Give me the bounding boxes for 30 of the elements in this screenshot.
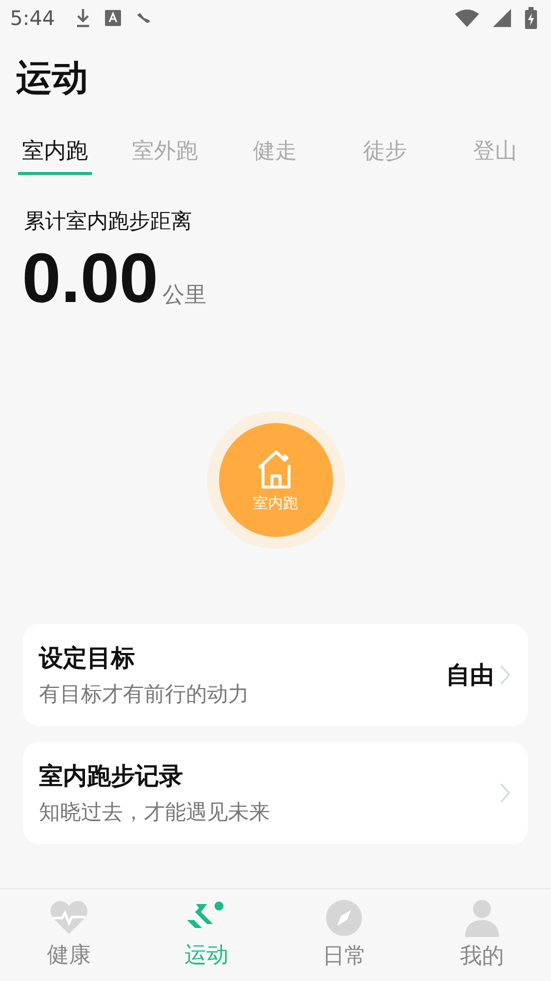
wifi-icon (455, 9, 479, 27)
chevron-icon (500, 783, 510, 803)
distance-label: 累计室内跑步距离 (24, 208, 193, 235)
status-time: 5:44 (10, 6, 55, 30)
compass-icon (325, 899, 364, 937)
font-icon (104, 10, 121, 26)
nav-tab[interactable]: 日常 (276, 889, 414, 981)
signal-icon (493, 9, 511, 27)
card-title: 室内跑步记录 (39, 761, 184, 792)
sport-tab[interactable]: 健走 (220, 131, 330, 171)
sport-tab[interactable]: 室外跑 (110, 131, 220, 171)
sport-tab[interactable]: 徒步 (330, 131, 440, 171)
nav-tab[interactable]: 我的 (413, 889, 551, 981)
card-subtitle: 有目标才有前行的动力 (39, 681, 250, 708)
distance-value: 0.00 (22, 243, 158, 313)
start-button[interactable]: 室内跑 (218, 423, 332, 537)
setting-card[interactable]: 室内跑步记录 知晓过去，才能遇见未来 (23, 742, 528, 844)
card-value: 自由 (446, 660, 494, 691)
page-title: 运动 (16, 57, 89, 101)
nav-tab[interactable]: 健康 (0, 889, 138, 981)
card-title: 设定目标 (39, 643, 136, 674)
download-icon (74, 8, 91, 28)
distance-unit: 公里 (162, 282, 206, 310)
battery-icon (525, 7, 537, 29)
nav-tab[interactable]: 运动 (138, 889, 276, 981)
heart-pulse-icon (48, 900, 89, 936)
sport-tab[interactable]: 登山 (440, 131, 550, 171)
setting-card[interactable]: 设定目标 有目标才有前行的动力 自由 (23, 624, 528, 726)
chevron-icon (500, 665, 510, 685)
card-subtitle: 知晓过去，才能遇见未来 (39, 799, 271, 826)
